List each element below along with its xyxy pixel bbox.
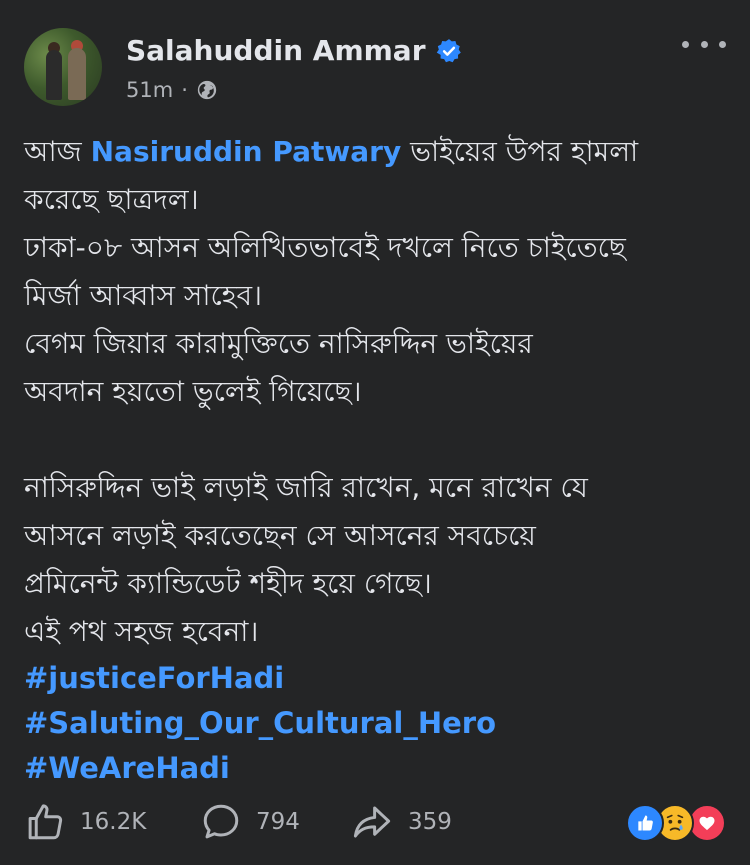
author-name-row: Salahuddin Ammar: [126, 34, 462, 67]
post-time[interactable]: 51m: [126, 78, 173, 102]
share-button[interactable]: 359: [350, 798, 452, 846]
post-line-9: প্রমিনেন্ট ক্যান্ডিডেট শহীদ হয়ে গেছে।: [24, 567, 432, 600]
author-name[interactable]: Salahuddin Ammar: [126, 34, 426, 67]
post-line-7: নাসিরুদ্দিন ভাই লড়াই জারি রাখেন, মনে রা…: [24, 471, 588, 504]
globe-icon: [197, 80, 217, 100]
post-header: Salahuddin Ammar 51m ·: [24, 28, 726, 108]
post-line-2: করেছে ছাত্রদল।: [24, 183, 199, 216]
comment-icon: [203, 804, 239, 839]
mention-link[interactable]: Nasiruddin Patwary: [91, 135, 402, 168]
hashtag-link[interactable]: #WeAreHadi: [24, 746, 724, 791]
post-line-10: এই পথ সহজ হবেনা।: [24, 615, 259, 648]
verified-badge-icon: [436, 38, 461, 62]
like-count: 16.2K: [80, 809, 147, 835]
hashtag-link[interactable]: #justiceForHadi: [24, 656, 724, 701]
share-count: 359: [408, 809, 452, 835]
action-bar: 16.2K 794 359: [24, 798, 726, 846]
hashtag-link[interactable]: #Saluting_Our_Cultural_Hero: [24, 701, 724, 746]
more-options-icon[interactable]: [682, 36, 726, 52]
post-line-8: আসনে লড়াই করতেছেন সে আসনের সবচেয়ে: [24, 519, 536, 552]
post-line-1: আজ Nasiruddin Patwary ভাইয়ের উপর হামলা: [24, 135, 639, 168]
comment-count: 794: [256, 809, 300, 835]
like-button[interactable]: 16.2K: [24, 798, 146, 846]
post-line-6: অবদান হয়তো ভুলেই গিয়েছে।: [24, 375, 362, 408]
comment-button[interactable]: 794: [200, 798, 300, 846]
post-body: আজ Nasiruddin Patwary ভাইয়ের উপর হামলা …: [24, 128, 724, 791]
post-line-3: ঢাকা-০৮ আসন অলিখিতভাবেই দখলে নিতে চাইতেছ…: [24, 231, 626, 264]
like-icon: [28, 804, 63, 840]
share-icon: [353, 806, 391, 838]
post-line-5: বেগম জিয়ার কারামুক্তিতে নাসিরুদ্দিন ভাই…: [24, 327, 533, 360]
post-line-4: মির্জা আব্বাস সাহেব।: [24, 279, 263, 312]
reaction-summary[interactable]: [626, 804, 726, 842]
meta-separator: ·: [181, 78, 188, 102]
post-meta: 51m ·: [126, 78, 218, 102]
avatar[interactable]: [24, 28, 102, 106]
like-reaction-icon: [626, 804, 664, 842]
